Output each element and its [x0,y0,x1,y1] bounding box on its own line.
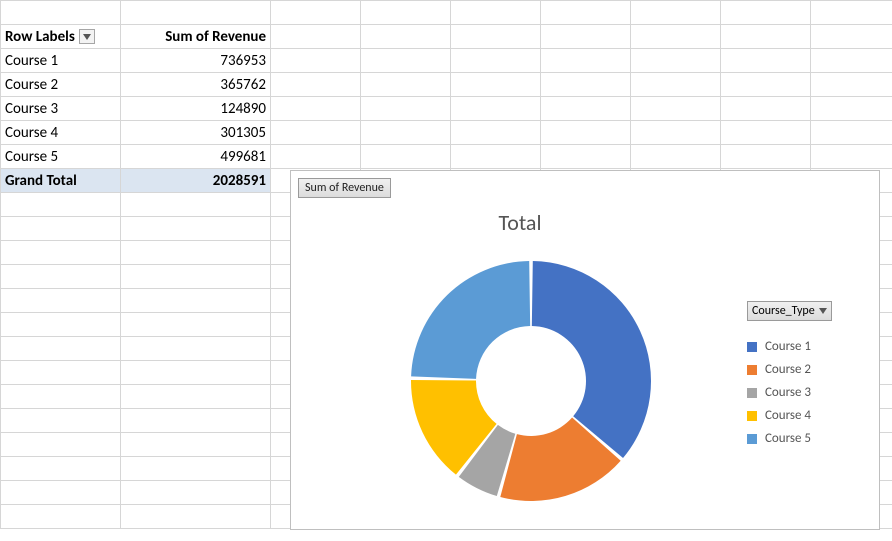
grand-total-label[interactable]: Grand Total [1,169,121,193]
row-value[interactable]: 301305 [121,121,271,145]
legend-swatch [747,342,757,352]
legend-item[interactable]: Course 2 [747,362,867,377]
pivot-chart[interactable]: Sum of Revenue Total Course_Type Course … [290,170,880,530]
legend-item[interactable]: Course 1 [747,339,867,354]
legend-label: Course 5 [765,431,811,446]
legend-label: Course 3 [765,385,811,400]
row-label[interactable]: Course 1 [1,49,121,73]
legend-label: Course 4 [765,408,811,423]
table-row[interactable]: Course 4 301305 [1,121,892,145]
table-row[interactable]: Course 1 736953 [1,49,892,73]
table-row[interactable]: Course 3 124890 [1,97,892,121]
row-label[interactable]: Course 5 [1,145,121,169]
grand-total-value[interactable]: 2028591 [121,169,271,193]
legend-filter-button[interactable]: Course_Type [747,301,832,321]
legend-label: Course 1 [765,339,811,354]
legend-label: Course 2 [765,362,811,377]
worksheet: Row Labels Sum of Revenue Course 1 73695… [0,0,892,541]
row-label[interactable]: Course 2 [1,73,121,97]
pivot-header-rowlabels: Row Labels [5,28,75,46]
chart-field-button[interactable]: Sum of Revenue [298,178,391,198]
row-value[interactable]: 736953 [121,49,271,73]
row-label[interactable]: Course 3 [1,97,121,121]
donut-slice[interactable] [532,261,651,458]
row-value[interactable]: 124890 [121,97,271,121]
rowlabels-filter-button[interactable] [79,29,95,44]
table-row[interactable]: Course 5 499681 [1,145,892,169]
donut-chart [401,251,661,511]
legend-swatch [747,434,757,444]
legend-item[interactable]: Course 5 [747,431,867,446]
legend-item[interactable]: Course 3 [747,385,867,400]
pivot-header-rowlabels-cell[interactable]: Row Labels [1,25,121,49]
row-value[interactable]: 499681 [121,145,271,169]
chart-legend: Course_Type Course 1 Course 2 Course 3 C… [747,301,867,454]
row-label[interactable]: Course 4 [1,121,121,145]
legend-swatch [747,411,757,421]
legend-swatch [747,365,757,375]
chevron-down-icon [819,308,827,314]
row-value[interactable]: 365762 [121,73,271,97]
pivot-header-row: Row Labels Sum of Revenue [1,25,892,49]
table-row[interactable]: Course 2 365762 [1,73,892,97]
legend-swatch [747,388,757,398]
legend-item[interactable]: Course 4 [747,408,867,423]
legend-filter-label: Course_Type [752,304,815,318]
pivot-header-value[interactable]: Sum of Revenue [121,25,271,49]
chevron-down-icon [83,34,91,40]
donut-slice[interactable] [411,261,530,379]
chart-title: Total [291,209,749,236]
